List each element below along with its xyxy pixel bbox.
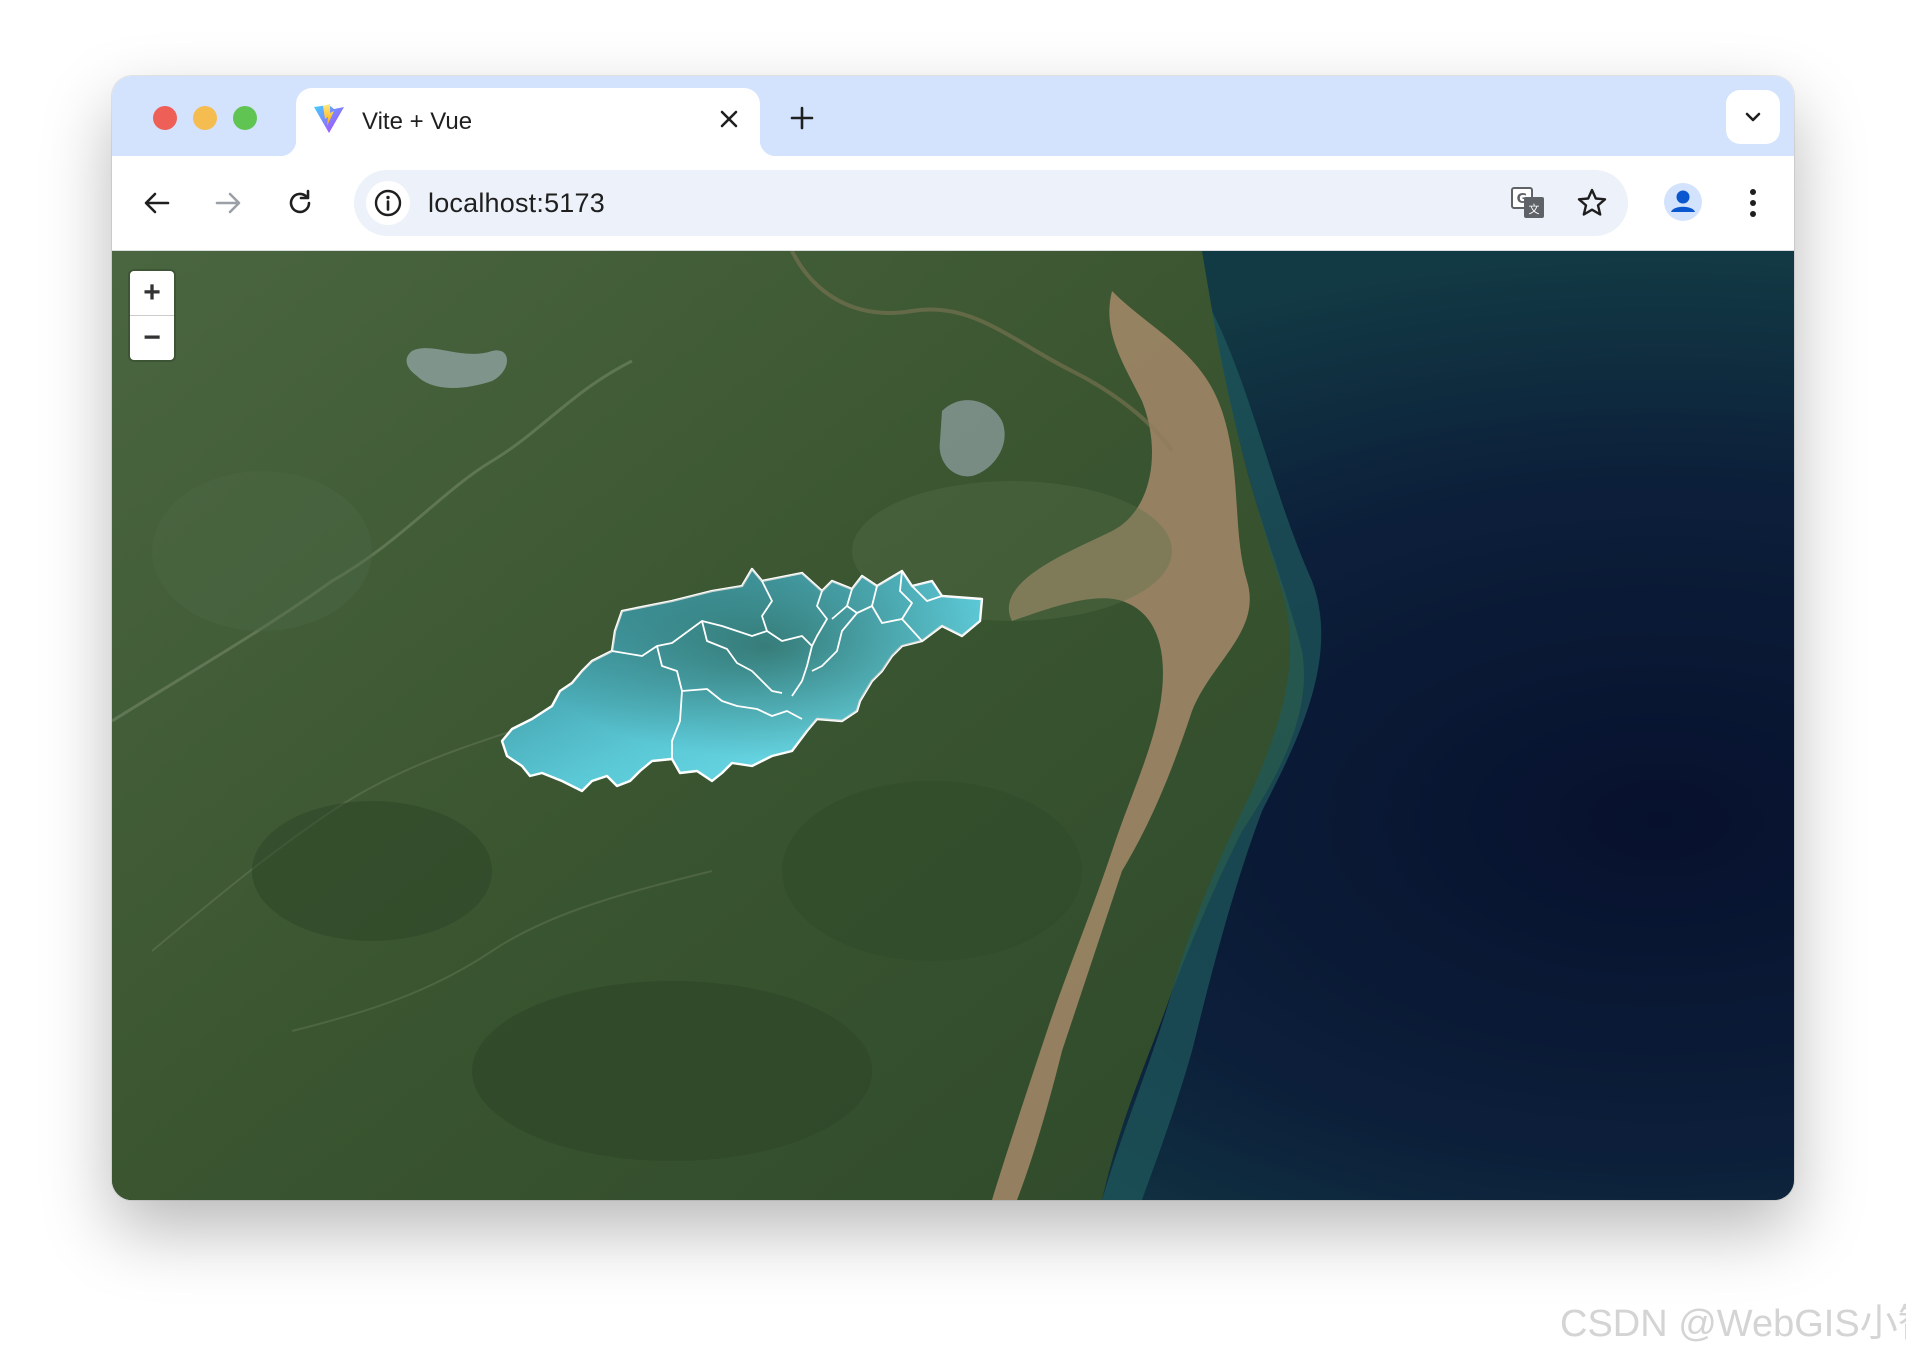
info-icon — [374, 189, 402, 217]
translate-button[interactable]: G 文 — [1506, 181, 1550, 225]
arrow-left-icon — [144, 192, 170, 214]
window-maximize-button[interactable] — [233, 106, 257, 130]
browser-menu-button[interactable] — [1730, 180, 1776, 226]
tab-vite-vue[interactable]: Vite + Vue — [280, 88, 776, 156]
satellite-basemap — [112, 251, 1794, 1200]
zoom-out-button[interactable]: − — [130, 315, 174, 360]
map-zoom-control: + − — [130, 271, 174, 360]
tab-search-button[interactable] — [1726, 90, 1780, 144]
chevron-down-icon — [1745, 112, 1761, 122]
close-tab-button[interactable] — [712, 102, 746, 136]
kebab-menu-icon — [1750, 189, 1756, 217]
reload-button[interactable] — [277, 180, 323, 226]
bookmark-button[interactable] — [1570, 181, 1614, 225]
window-minimize-button[interactable] — [193, 106, 217, 130]
profile-avatar-icon — [1664, 183, 1702, 221]
site-info-button[interactable] — [366, 181, 410, 225]
close-icon — [720, 110, 738, 128]
svg-text:G: G — [1517, 192, 1528, 207]
forward-button[interactable] — [205, 180, 251, 226]
star-icon — [1577, 188, 1607, 216]
tab-title: Vite + Vue — [362, 108, 473, 135]
new-tab-button[interactable] — [782, 98, 822, 138]
arrow-right-icon — [215, 192, 241, 214]
tab-strip: Vite + Vue — [112, 76, 1794, 156]
translate-icon: G 文 — [1511, 187, 1544, 218]
watermark: CSDN @WebGIS小智 — [1560, 1303, 1906, 1345]
browser-window: Vite + Vue localhost:5173 G 文 + − — [112, 76, 1794, 1200]
map-viewport[interactable]: + − — [112, 251, 1794, 1200]
window-close-button[interactable] — [153, 106, 177, 130]
back-button[interactable] — [134, 180, 180, 226]
reload-icon — [289, 189, 311, 214]
zoom-in-button[interactable]: + — [130, 271, 174, 315]
plus-icon — [790, 106, 814, 130]
url-text[interactable]: localhost:5173 — [428, 188, 605, 219]
svg-text:文: 文 — [1529, 202, 1540, 216]
profile-button[interactable] — [1659, 178, 1707, 226]
address-bar[interactable]: localhost:5173 G 文 — [354, 170, 1628, 236]
browser-toolbar: localhost:5173 G 文 — [112, 156, 1794, 251]
vite-logo-icon — [314, 104, 344, 133]
